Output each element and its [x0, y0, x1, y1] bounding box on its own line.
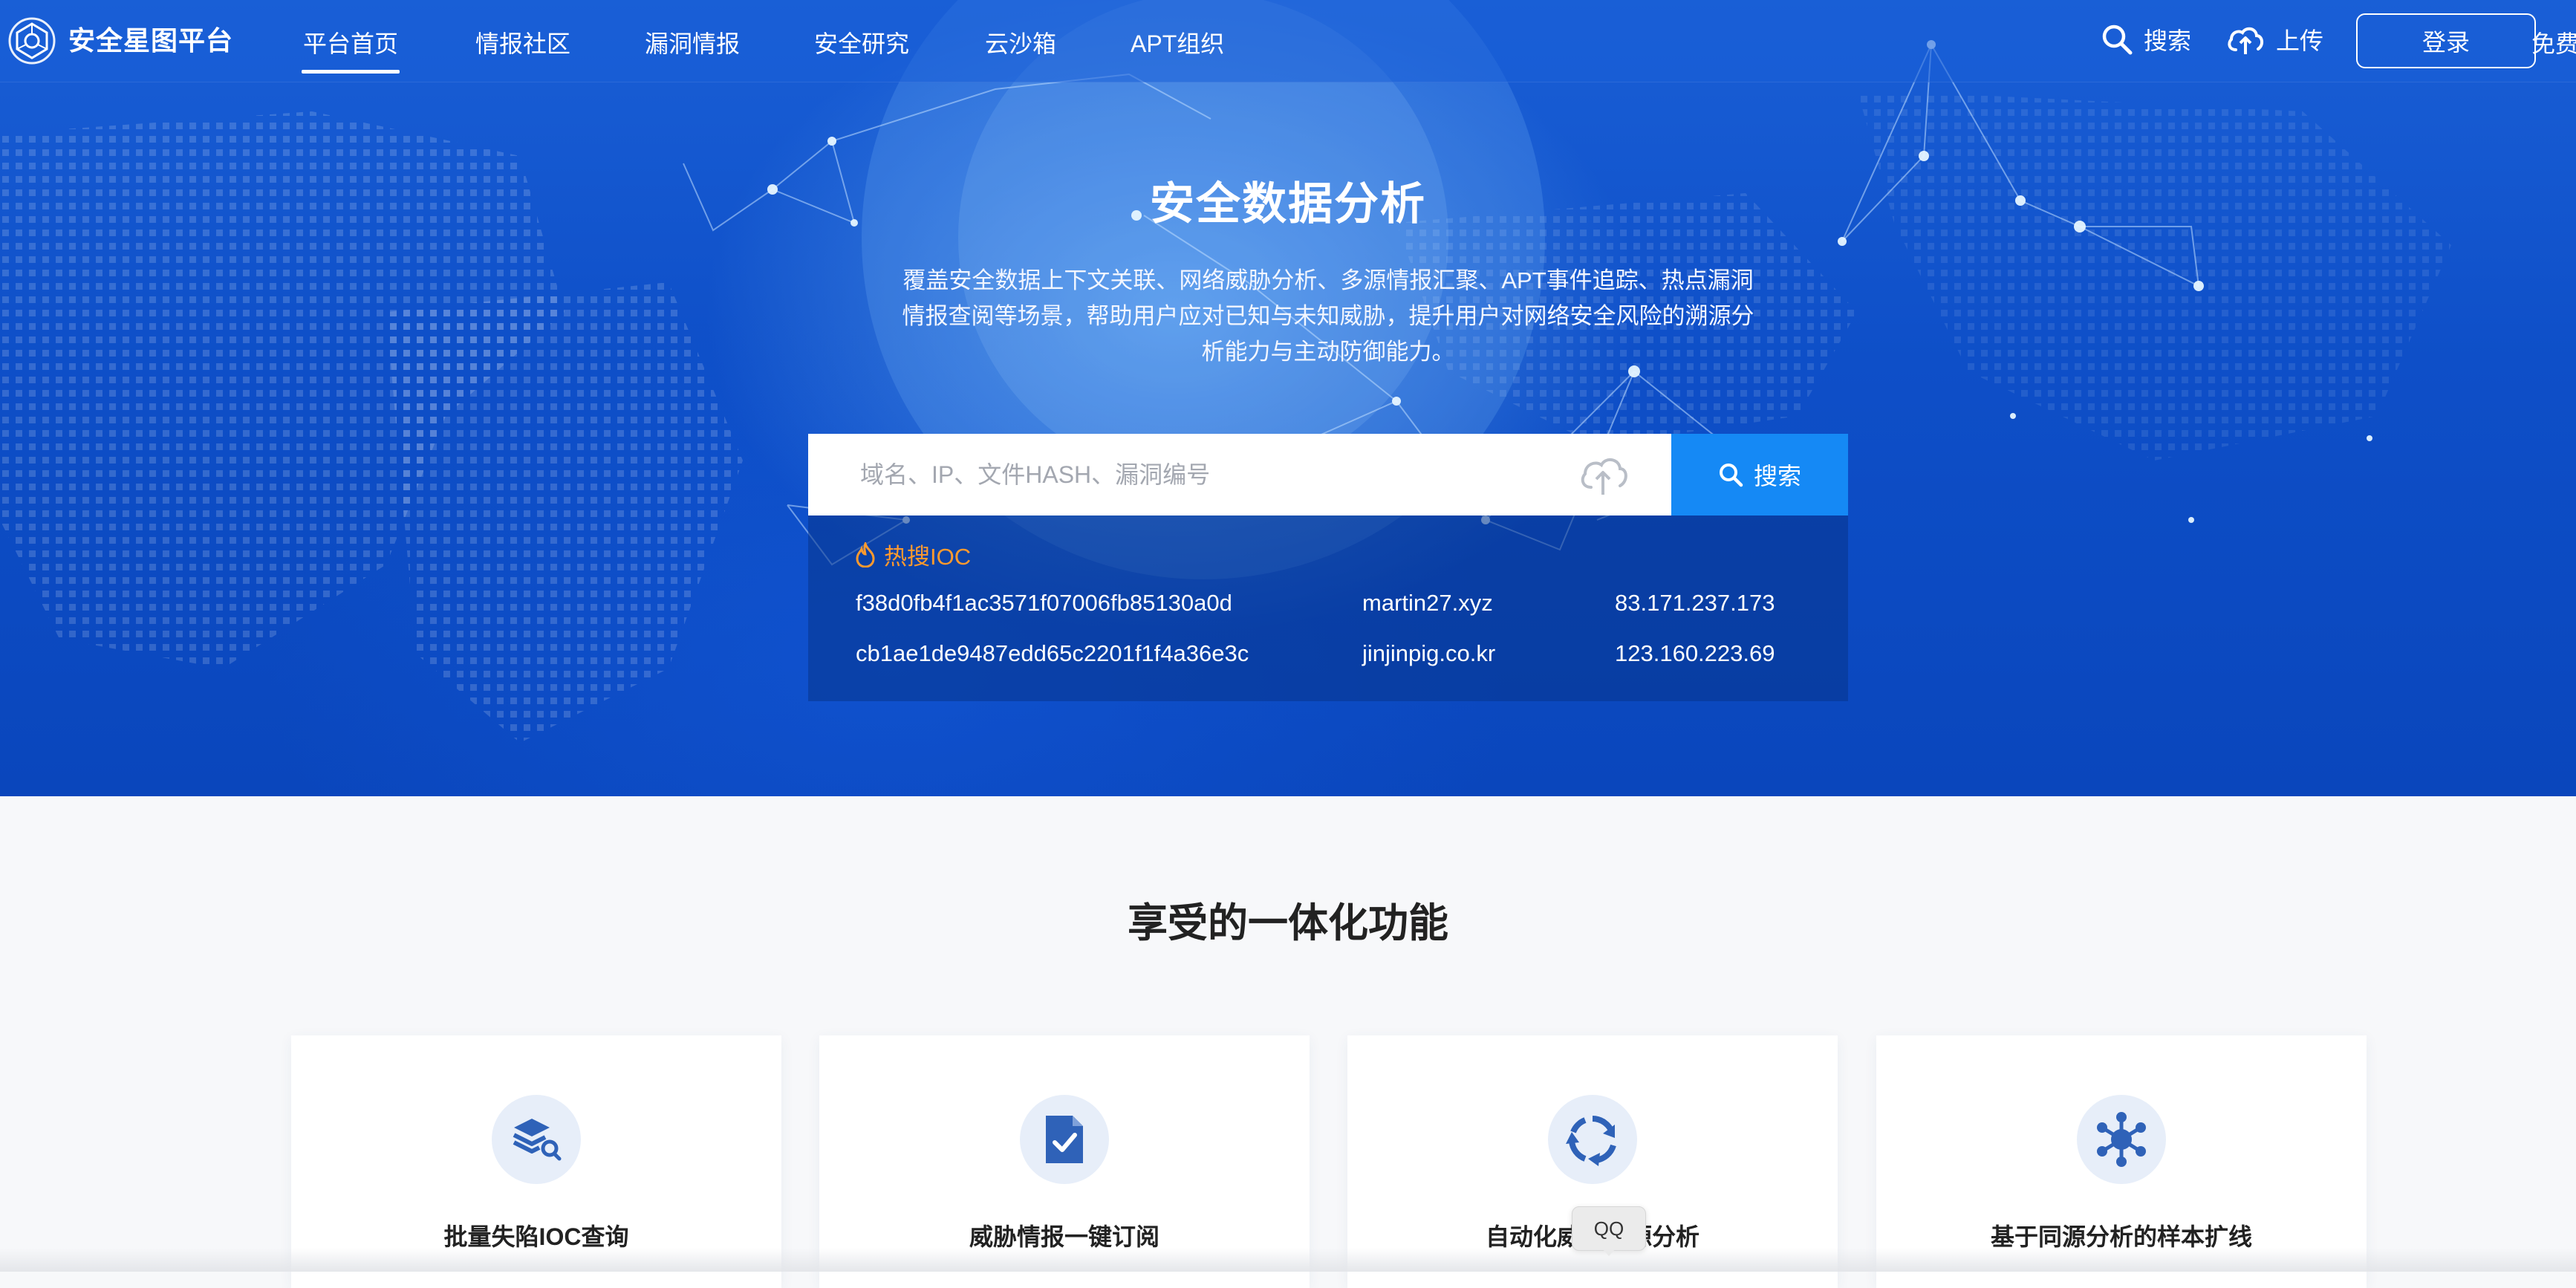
nav-free-link[interactable]: 免费	[2531, 25, 2576, 59]
nav-search-label: 搜索	[2144, 27, 2192, 54]
brand-name[interactable]: 安全星图平台	[68, 19, 233, 58]
hot-ioc-title: 热搜IOC	[884, 544, 972, 570]
platform-logo-icon[interactable]	[6, 15, 58, 67]
bottom-shadow	[0, 1248, 2576, 1272]
nav-community[interactable]: 情报社区	[475, 25, 570, 59]
nav-home[interactable]: 平台首页	[301, 25, 400, 74]
features-section-title: 享受的一体化功能	[1128, 901, 1448, 946]
search-upload-icon[interactable]	[1578, 450, 1628, 498]
layers-search-icon	[492, 1095, 581, 1184]
nav-apt-groups[interactable]: APT组织	[1131, 25, 1224, 59]
search-icon	[2102, 25, 2133, 55]
ioc-ip-2[interactable]: 123.160.223.69	[1615, 640, 1775, 667]
nav-vuln-intel[interactable]: 漏洞情报	[645, 25, 740, 59]
main-search-input[interactable]	[808, 434, 1671, 515]
nav-search-button[interactable]: 搜索	[2101, 22, 2191, 56]
ioc-ip-1[interactable]: 83.171.237.173	[1615, 590, 1775, 617]
main-search-button-label: 搜索	[1753, 463, 1801, 489]
hot-ioc-panel: 热搜IOC f38d0fb4f1ac3571f07006fb85130a0d m…	[808, 515, 1848, 701]
hero-title: 安全数据分析	[1150, 179, 1426, 229]
qq-tooltip: QQ	[1572, 1206, 1646, 1256]
hero-description: 覆盖安全数据上下文关联、网络威胁分析、多源情报汇聚、APT事件追踪、热点漏洞 情…	[882, 263, 1774, 370]
login-button[interactable]: 登录	[2356, 13, 2536, 68]
hero-desc-line-1: 覆盖安全数据上下文关联、网络威胁分析、多源情报汇聚、APT事件追踪、热点漏洞	[902, 267, 1754, 293]
ioc-hash-2[interactable]: cb1ae1de9487edd65c2201f1f4a36e3c	[856, 640, 1249, 667]
hero-desc-line-3: 析能力与主动防御能力。	[1201, 339, 1455, 365]
ioc-domain-1[interactable]: martin27.xyz	[1362, 590, 1493, 617]
ioc-domain-2[interactable]: jinjinpig.co.kr	[1362, 640, 1495, 667]
cloud-upload-icon	[2228, 27, 2263, 54]
refresh-cycle-icon	[1548, 1095, 1637, 1184]
nav-security-research[interactable]: 安全研究	[814, 25, 909, 59]
network-hub-icon	[2077, 1095, 2166, 1184]
hero-banner: 安全星图平台 平台首页 情报社区 漏洞情报 安全研究 云沙箱 APT组织 搜索 …	[0, 0, 2576, 796]
search-icon	[1719, 464, 1743, 487]
nav-cloud-sandbox[interactable]: 云沙箱	[985, 25, 1056, 59]
top-navbar: 安全星图平台 平台首页 情报社区 漏洞情报 安全研究 云沙箱 APT组织 搜索 …	[0, 0, 2576, 82]
hero-desc-line-2: 情报查阅等场景，帮助用户应对已知与未知威胁，提升用户对网络安全风险的溯源分	[902, 303, 1754, 329]
nav-upload-label: 上传	[2276, 27, 2324, 54]
fire-icon	[856, 541, 875, 567]
ioc-hash-1[interactable]: f38d0fb4f1ac3571f07006fb85130a0d	[856, 590, 1232, 617]
main-search-button[interactable]: 搜索	[1671, 434, 1848, 515]
document-check-icon	[1020, 1095, 1109, 1184]
hot-ioc-header: 热搜IOC	[854, 538, 971, 571]
nav-upload-button[interactable]: 上传	[2225, 22, 2323, 56]
